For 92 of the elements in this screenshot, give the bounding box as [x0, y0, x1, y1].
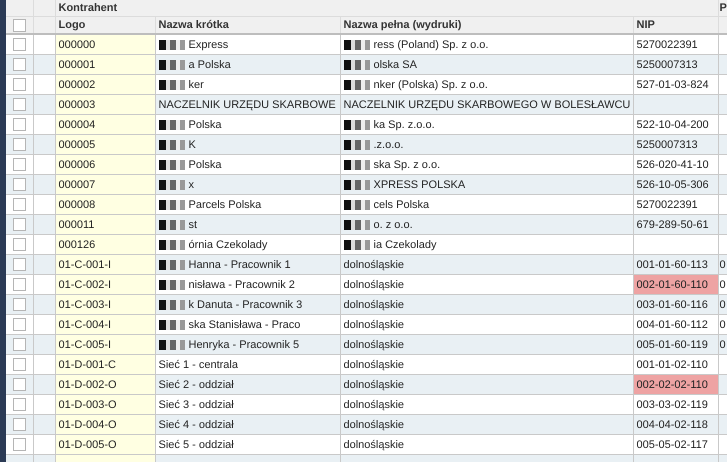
cell-text: st [188, 218, 198, 230]
table-cell: 5250007313 [633, 54, 718, 74]
table-cell: dolnośląskie [340, 414, 633, 434]
row-checkbox[interactable] [12, 118, 26, 131]
row-checkbox[interactable] [12, 98, 26, 111]
cell-text: Parcels Polska [188, 198, 262, 210]
cell-text: ress (Poland) Sp. z o.o. [374, 38, 488, 50]
table-cell: 003-01-60-116 [633, 294, 718, 314]
row-checkbox[interactable] [12, 38, 26, 51]
cell-text: k Danuta - Pracownik 3 [188, 298, 302, 310]
table-cell: 526-10-05-306 [633, 174, 718, 194]
table-cell: 000126 [55, 234, 155, 254]
row-checkbox[interactable] [12, 78, 26, 91]
table-cell: 005-01-60-119 [633, 334, 718, 354]
table-cell: 001-01-60-113 [633, 254, 718, 274]
column-group-header: Kontrahent [55, 0, 718, 16]
row-checkbox[interactable] [12, 438, 26, 451]
cell-text: órnia Czekolady [188, 238, 268, 250]
row-checkbox[interactable] [12, 338, 26, 351]
table-cell: 01-D-001-C [55, 354, 155, 374]
cell-text: ska Stanisława - Praco [188, 318, 300, 330]
cell-text: Polska [188, 158, 222, 170]
row-checkbox[interactable] [12, 278, 26, 291]
cell-text: .z.o.o. [374, 138, 404, 150]
table-cell: 000000 [55, 34, 155, 54]
table-cell: 01-D-002-O [55, 374, 155, 394]
table-cell: 000002 [55, 74, 155, 94]
table-cell: 679-289-50-61 [633, 214, 718, 234]
table-cell: NACZELNIK URZĘDU SKARBOWEGO W BOLESŁAWCU [340, 94, 633, 114]
cell-text: XPRESS POLSKA [374, 178, 466, 190]
column-header[interactable]: NIP [633, 16, 718, 34]
table-cell: 000008 [55, 194, 155, 214]
row-checkbox[interactable] [12, 138, 26, 151]
column-header[interactable]: Nazwa krótka [155, 16, 340, 34]
cell-text: a Polska [188, 58, 231, 70]
table-cell: dolnośląskie [340, 334, 633, 354]
table-cell: dolnośląskie [340, 374, 633, 394]
table-cell: dolnośląskie [340, 294, 633, 314]
row-checkbox[interactable] [12, 178, 26, 191]
table-cell: Sieć 4 - oddział [155, 414, 340, 434]
cell-text: x [188, 178, 194, 190]
cell-text: Express [188, 38, 228, 50]
row-checkbox[interactable] [12, 198, 26, 211]
table-cell: dolnośląskie [340, 254, 633, 274]
table-cell: 000004 [55, 114, 155, 134]
cell-text: ka Sp. z.o.o. [374, 118, 435, 130]
cell-text: ker [188, 78, 204, 90]
table-cell: Sieć 2 - oddział [155, 374, 340, 394]
table-cell: 01-D-005-O [55, 434, 155, 454]
cell-text: Hanna - Pracownik 1 [188, 258, 291, 270]
row-checkbox[interactable] [12, 358, 26, 371]
row-checkbox[interactable] [12, 418, 26, 431]
cell-text: olska SA [374, 58, 417, 70]
table-cell: 002-02-02-110 [633, 374, 718, 394]
table-cell: 000003 [55, 94, 155, 114]
row-checkbox[interactable] [12, 398, 26, 411]
table-cell: 004-04-02-118 [633, 414, 718, 434]
select-all-checkbox[interactable] [12, 18, 26, 32]
table-cell: NACZELNIK URZĘDU SKARBOWE [155, 94, 340, 114]
row-checkbox[interactable] [12, 218, 26, 231]
table-cell: 000011 [55, 214, 155, 234]
table-cell: 01-C-001-I [55, 254, 155, 274]
row-checkbox[interactable] [12, 238, 26, 251]
table-cell: 000007 [55, 174, 155, 194]
table-cell: 5250007313 [633, 134, 718, 154]
table-cell: 000005 [55, 134, 155, 154]
table-cell: 01-C-005-I [55, 334, 155, 354]
cell-text: ska Sp. z o.o. [374, 158, 440, 170]
table-cell: 01-D-003-O [55, 394, 155, 414]
row-checkbox[interactable] [12, 298, 26, 311]
cell-text: nker (Polska) Sp. z o.o. [374, 78, 488, 90]
table-cell: 002-01-60-110 [633, 274, 718, 294]
cell-text: K [188, 138, 196, 150]
cell-text: nisława - Pracownik 2 [188, 278, 295, 290]
table-cell: 01-C-004-I [55, 314, 155, 334]
column-header[interactable]: Nazwa pełna (wydruki) [340, 16, 633, 34]
cell-text: ia Czekolady [374, 238, 436, 250]
row-checkbox[interactable] [12, 378, 26, 391]
cell-text: Henryka - Pracownik 5 [188, 338, 300, 350]
row-checkbox[interactable] [12, 318, 26, 331]
row-checkbox[interactable] [12, 258, 26, 271]
cell-text: o. z o.o. [374, 218, 413, 230]
row-checkbox[interactable] [12, 58, 26, 71]
column-header[interactable]: Logo [55, 16, 155, 34]
table-cell: 01-D-004-O [55, 414, 155, 434]
table-cell: 000001 [55, 54, 155, 74]
table-cell: 01-C-003-I [55, 294, 155, 314]
table-cell: 000006 [55, 154, 155, 174]
table-cell: 01-C-002-I [55, 274, 155, 294]
row-checkbox[interactable] [12, 158, 26, 171]
cell-text: cels Polska [374, 198, 430, 210]
cell-text: Polska [188, 118, 222, 130]
